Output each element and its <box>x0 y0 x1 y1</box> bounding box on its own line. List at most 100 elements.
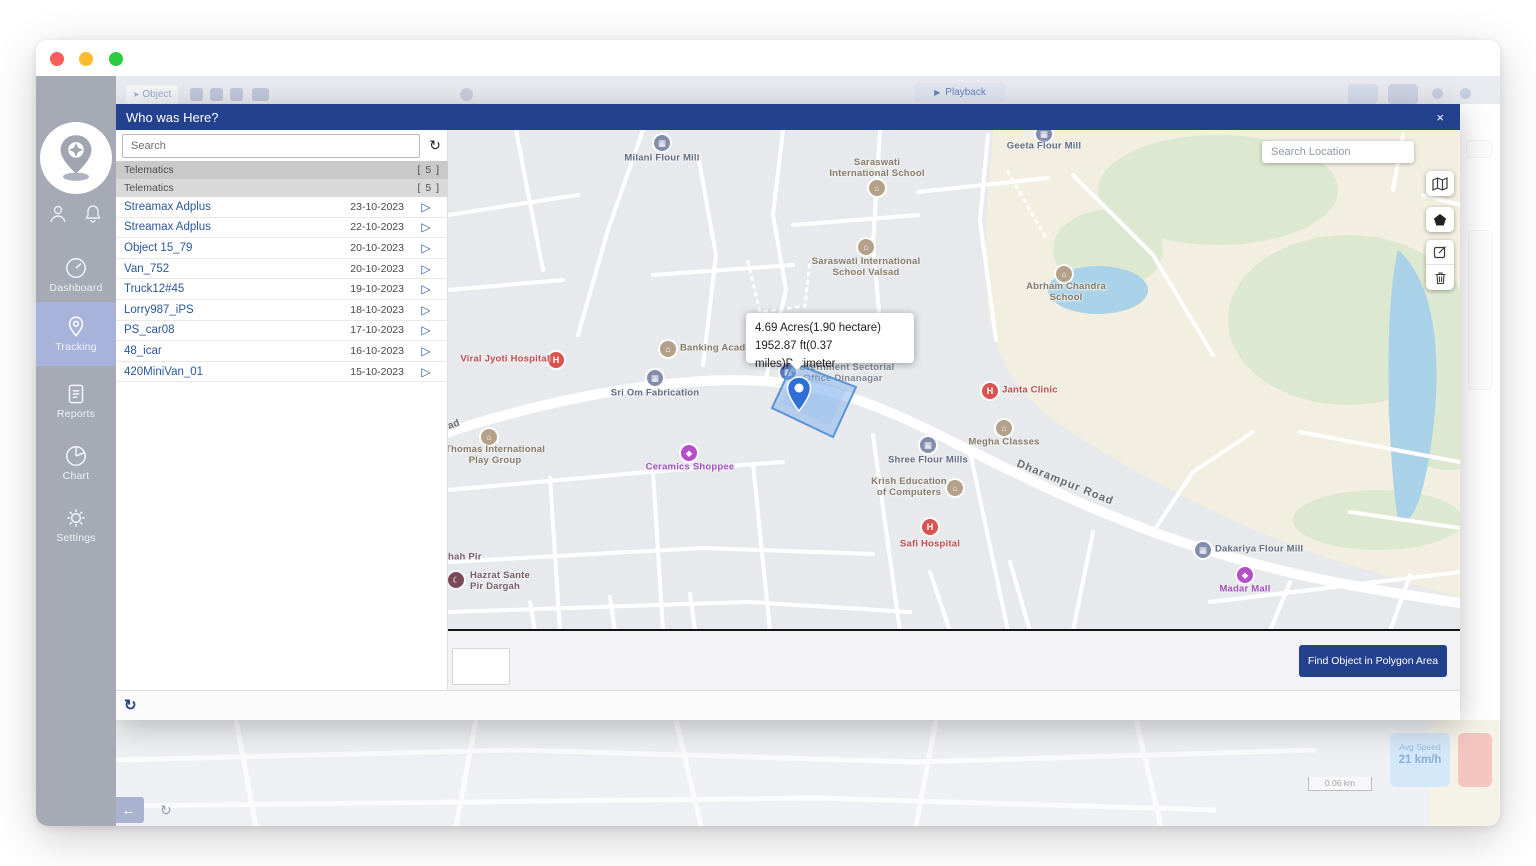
building-icon[interactable] <box>230 88 243 101</box>
cursor-icon: ➤ <box>133 90 140 99</box>
user-icon[interactable] <box>46 202 70 226</box>
vehicle-date: 20-10-2023 <box>326 242 404 254</box>
sidebar-item-label: Tracking <box>36 341 116 353</box>
app-window: ➤ Object ▶ Playback <box>36 40 1500 826</box>
object-button[interactable]: ➤ Object <box>126 85 178 104</box>
vehicle-row[interactable]: 48_icar 16-10-2023 ▷ <box>116 341 448 362</box>
vehicle-name: Object 15_79 <box>124 242 326 254</box>
map-location-search-input[interactable] <box>1262 141 1414 163</box>
vehicle-row[interactable]: Object 15_79 20-10-2023 ▷ <box>116 238 448 259</box>
window-titlebar <box>36 40 1500 76</box>
delete-icon[interactable] <box>1426 265 1454 290</box>
refresh-icon[interactable]: ↻ <box>124 696 137 714</box>
vehicle-date: 20-10-2023 <box>326 263 404 275</box>
vehicle-name: 420MiniVan_01 <box>124 366 326 378</box>
vehicle-row[interactable]: 420MiniVan_01 15-10-2023 ▷ <box>116 362 448 383</box>
object-button-label: Object <box>142 89 171 100</box>
chat-icon[interactable] <box>252 88 269 101</box>
school-icon[interactable]: ⌂ <box>1056 266 1072 282</box>
sidebar-item-reports[interactable]: Reports <box>36 374 116 424</box>
vehicle-date: 18-10-2023 <box>326 304 404 316</box>
vehicle-group-row[interactable]: Telematics [ 5 ] <box>116 161 448 179</box>
hospital-icon[interactable]: H <box>982 383 998 399</box>
school-icon[interactable]: ⌂ <box>481 429 497 445</box>
search-input[interactable] <box>122 134 420 158</box>
sidebar-item-tracking[interactable]: Tracking <box>36 302 116 366</box>
school-icon[interactable]: ⌂ <box>996 420 1012 436</box>
screen: ➤ Object ▶ Playback <box>0 0 1536 866</box>
dargah-icon[interactable]: ☾ <box>448 572 464 588</box>
account-icon[interactable] <box>1388 84 1418 104</box>
playback-button[interactable]: ▶ Playback <box>914 83 1006 102</box>
map-layers-icon[interactable] <box>1426 171 1454 196</box>
find-object-in-polygon-button[interactable]: Find Object in Polygon Area <box>1299 645 1447 677</box>
play-button[interactable]: ▷ <box>404 241 448 255</box>
sidebar-item-settings[interactable]: Settings <box>36 498 116 550</box>
map-tool-group <box>1426 240 1454 290</box>
play-button[interactable]: ▷ <box>404 365 448 379</box>
sidebar-item-label: Chart <box>36 470 116 482</box>
play-button[interactable]: ▷ <box>404 282 448 296</box>
vehicle-row[interactable]: Van_752 20-10-2023 ▷ <box>116 259 448 280</box>
vehicle-group-row[interactable]: Telematics [ 5 ] <box>116 179 448 197</box>
school-icon[interactable]: ⌂ <box>947 480 963 496</box>
edit-icon[interactable] <box>1426 240 1454 265</box>
draw-polygon-icon[interactable] <box>1426 207 1454 232</box>
hospital-icon[interactable]: H <box>922 519 938 535</box>
vehicle-row[interactable]: Streamax Adplus 22-10-2023 ▷ <box>116 218 448 239</box>
vehicle-row[interactable]: Streamax Adplus 23-10-2023 ▷ <box>116 197 448 218</box>
building-icon[interactable]: ▦ <box>1195 542 1211 558</box>
who-was-here-modal: Who was Here? × ↻ Telematics [ 5 ] Telem… <box>116 104 1460 720</box>
vehicle-name: Truck12#45 <box>124 283 326 295</box>
shop-icon[interactable]: ◆ <box>1237 567 1253 583</box>
shop-icon[interactable]: ◆ <box>681 445 697 461</box>
sidebar-item-dashboard[interactable]: Dashboard <box>36 248 116 298</box>
gear-icon[interactable] <box>460 88 473 101</box>
vehicle-row[interactable]: Truck12#45 19-10-2023 ▷ <box>116 279 448 300</box>
background-toolbar: ➤ Object ▶ Playback <box>116 76 1500 104</box>
school-icon[interactable]: ⌂ <box>660 341 676 357</box>
building-icon[interactable]: ▦ <box>654 135 670 151</box>
vehicle-row[interactable]: Lorry987_iPS 18-10-2023 ▷ <box>116 300 448 321</box>
school-icon[interactable]: ⌂ <box>869 180 885 196</box>
play-button[interactable]: ▷ <box>404 220 448 234</box>
polygon-area-input[interactable] <box>452 648 510 685</box>
cloud-icon[interactable] <box>1432 88 1443 99</box>
vehicle-name: Van_752 <box>124 263 326 275</box>
back-button[interactable]: ← <box>116 797 144 823</box>
play-button[interactable]: ▷ <box>404 262 448 276</box>
building-icon[interactable]: ▦ <box>647 370 663 386</box>
vehicle-date: 16-10-2023 <box>326 345 404 357</box>
group-count: [ 5 ] <box>417 164 440 176</box>
sidebar-item-chart[interactable]: Chart <box>36 436 116 486</box>
map-canvas[interactable]: ▦ ▦ ⌂ ⌂ ⌂ ⌂ H ▦ ▦ H ⌂ ⌂ ◆ ▦ ⌂ H ☾ ▦ ◆ <box>448 130 1460 631</box>
driver-icon[interactable] <box>210 88 223 101</box>
modal-footer: ↻ <box>116 690 1460 720</box>
user-icon[interactable] <box>190 88 203 101</box>
building-icon[interactable]: ▦ <box>920 437 936 453</box>
play-button[interactable]: ▷ <box>404 303 448 317</box>
share-icon[interactable] <box>1348 84 1378 104</box>
zoom-window-button[interactable] <box>109 52 123 66</box>
refresh-icon[interactable]: ↻ <box>160 802 172 819</box>
vehicle-name: Streamax Adplus <box>124 201 326 213</box>
map-marker-pin[interactable] <box>786 376 812 412</box>
vehicle-date: 15-10-2023 <box>326 366 404 378</box>
background-panel-fragment <box>1466 140 1492 158</box>
school-icon[interactable]: ⌂ <box>858 239 874 255</box>
play-button[interactable]: ▷ <box>404 200 448 214</box>
close-window-button[interactable] <box>50 52 64 66</box>
hospital-icon[interactable]: H <box>548 352 564 368</box>
vehicle-row[interactable]: PS_car08 17-10-2023 ▷ <box>116 321 448 342</box>
refresh-icon[interactable]: ↻ <box>426 135 444 155</box>
bell-icon[interactable] <box>81 202 105 226</box>
minimize-window-button[interactable] <box>79 52 93 66</box>
sidebar-item-label: Settings <box>36 532 116 544</box>
tracking-pin-icon <box>63 314 89 340</box>
play-button[interactable]: ▷ <box>404 344 448 358</box>
map-poi-label: Shree Flour Mills <box>888 456 968 467</box>
playback-button-label: Playback <box>945 87 986 98</box>
settings-icon-small[interactable] <box>1460 88 1471 99</box>
close-icon[interactable]: × <box>1430 110 1450 125</box>
play-button[interactable]: ▷ <box>404 323 448 337</box>
